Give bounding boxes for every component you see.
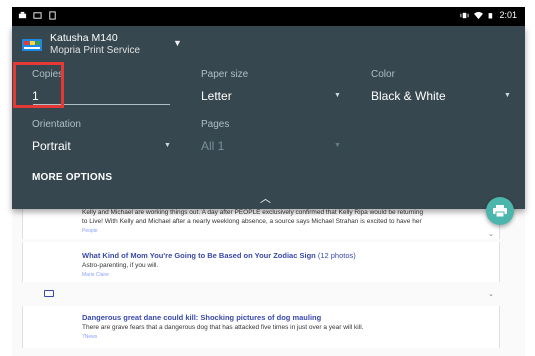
article-snippet: Kelly and Michael are working things out…: [82, 209, 424, 216]
notification-phone-icon: [49, 11, 56, 20]
orientation-label: Orientation: [32, 119, 81, 130]
printer-name: Katusha M140: [50, 32, 118, 44]
article-source: 7News: [82, 334, 98, 340]
color-select[interactable]: Black & White: [371, 89, 446, 103]
chevron-down-icon[interactable]: ⌄: [488, 290, 494, 298]
battery-icon: [489, 12, 493, 18]
pages-label: Pages: [201, 119, 230, 130]
pages-select: All 1: [201, 139, 225, 153]
printer-selector[interactable]: Katusha M140 Mopria Print Service: [22, 32, 140, 57]
orientation-dropdown-icon[interactable]: ▼: [164, 142, 171, 149]
clock-time: 2:01: [499, 10, 517, 20]
orientation-select[interactable]: Portrait: [32, 139, 71, 153]
mopria-printer-icon: [22, 38, 42, 51]
collapse-chevron-icon[interactable]: ︿: [260, 190, 271, 206]
chevron-down-icon[interactable]: ⌄: [488, 230, 494, 238]
notification-printer-icon: [18, 11, 27, 19]
pages-dropdown-icon: ▼: [334, 142, 341, 149]
article-snippet: Astro-parenting, if you will.: [82, 262, 159, 269]
notification-image-icon: [33, 12, 42, 19]
article-title[interactable]: What Kind of Mom You're Going to Be Base…: [82, 251, 356, 260]
paper-size-select[interactable]: Letter: [201, 89, 232, 103]
copies-highlight-box: [13, 62, 64, 108]
print-icon: [493, 205, 507, 217]
print-options-panel: Katusha M140 Mopria Print Service ▼ Copi…: [12, 26, 525, 209]
printer-service: Mopria Print Service: [50, 45, 141, 56]
more-options-button[interactable]: MORE OPTIONS: [32, 172, 112, 183]
print-button[interactable]: [486, 197, 514, 225]
article-source: Marie Claire: [82, 272, 109, 278]
status-bar: 2:01: [12, 7, 525, 26]
color-label: Color: [371, 69, 395, 80]
article-snippet: There are grave fears that a dangerous d…: [82, 324, 364, 331]
wifi-icon: [474, 11, 484, 19]
paper-size-label: Paper size: [201, 69, 249, 80]
printer-dropdown-icon[interactable]: ▼: [173, 38, 182, 48]
image-icon: [44, 290, 54, 297]
article-snippet: to Live! With Kelly and Michael after a …: [82, 218, 422, 225]
color-dropdown-icon[interactable]: ▼: [504, 92, 511, 99]
paper-size-dropdown-icon[interactable]: ▼: [334, 92, 341, 99]
article-source: People: [82, 228, 98, 234]
article-title[interactable]: Dangerous great dane could kill: Shockin…: [82, 313, 321, 322]
vibrate-icon: [460, 12, 470, 18]
